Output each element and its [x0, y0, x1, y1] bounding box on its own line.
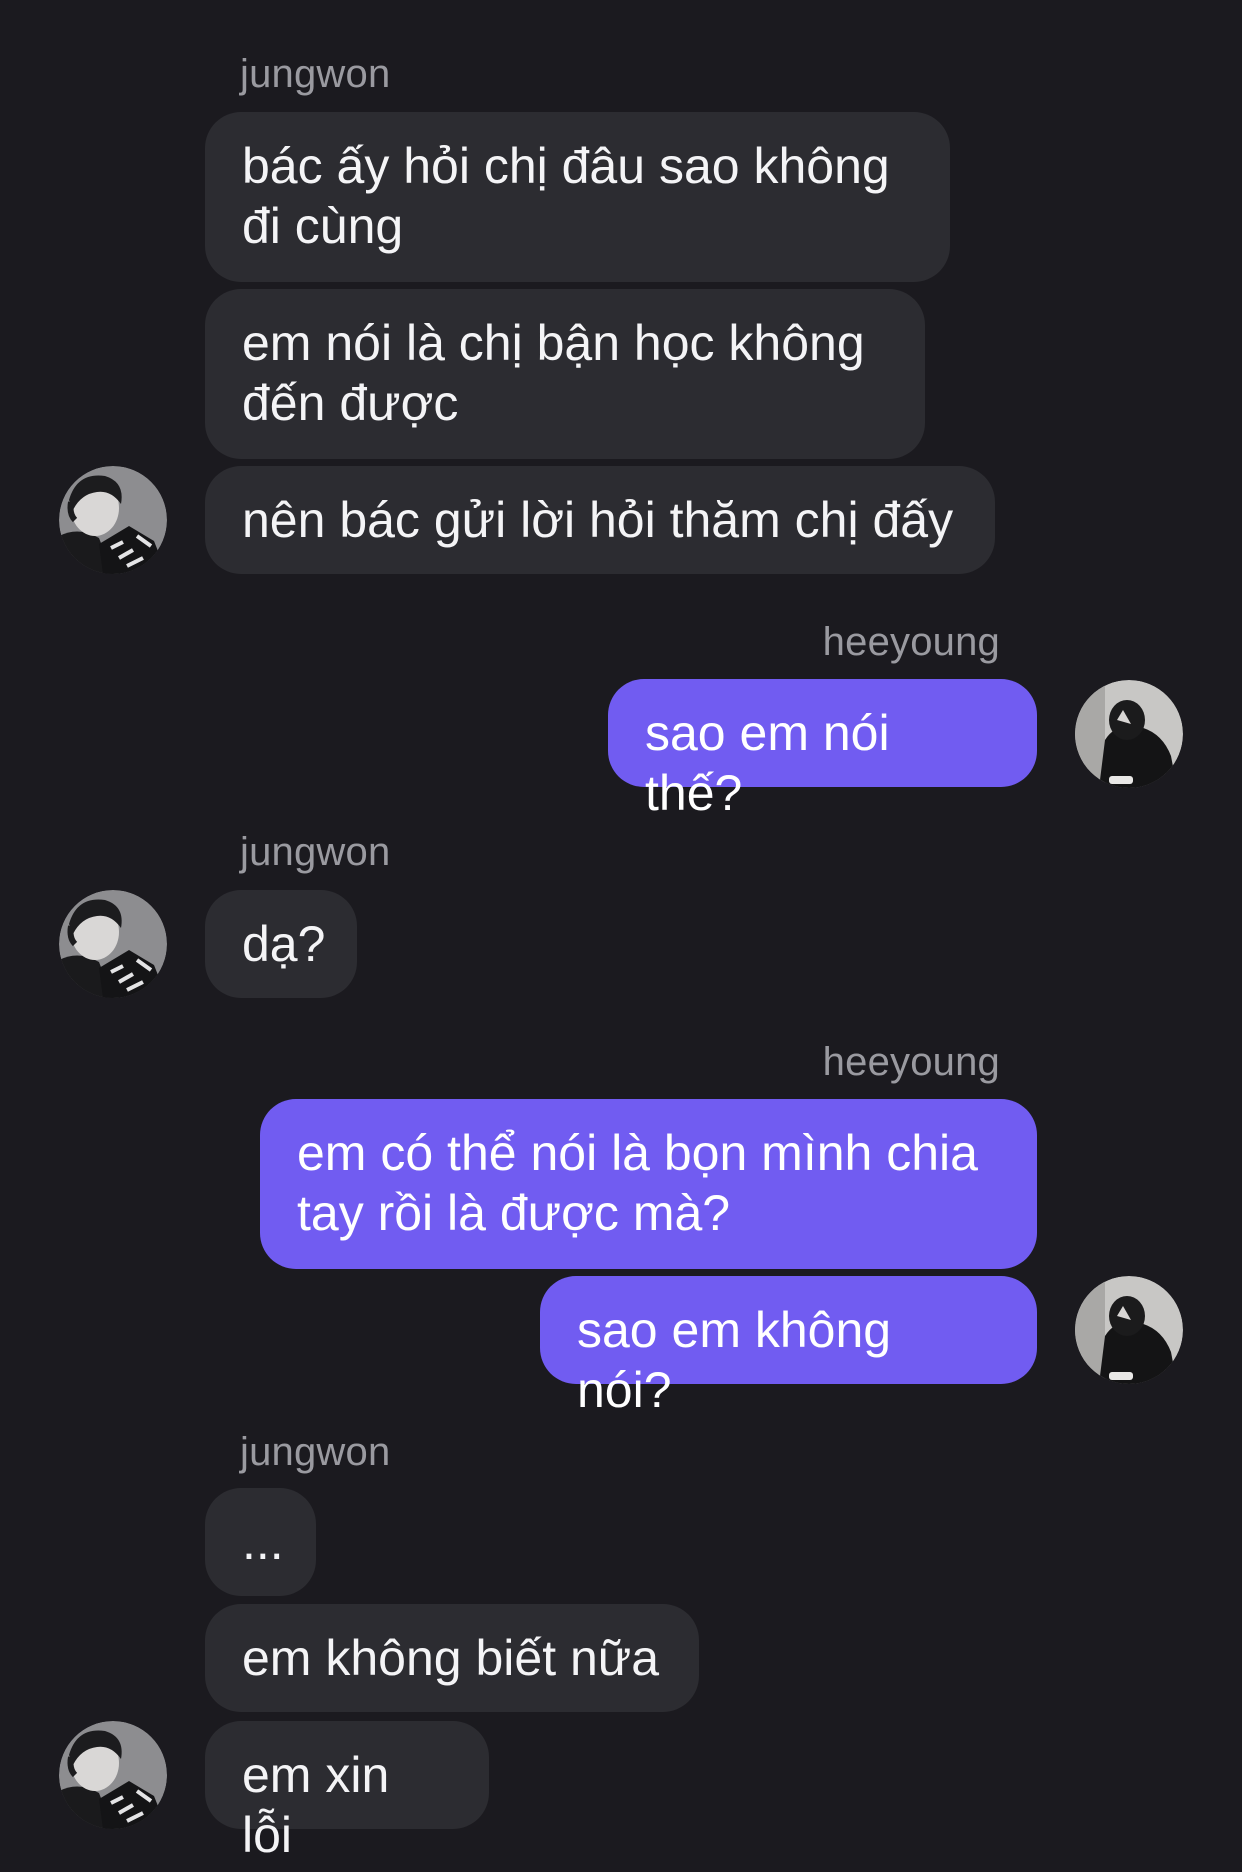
heeyoung-avatar[interactable] — [1075, 1276, 1183, 1384]
outgoing-message-bubble[interactable]: sao em không nói? — [540, 1276, 1037, 1418]
heeyoung-avatar[interactable] — [1075, 680, 1183, 788]
sender-name-jungwon: jungwon — [240, 1430, 391, 1474]
chat-thread[interactable]: jungwon bác ấy hỏi chị đâu sao không đi … — [0, 0, 1242, 1872]
sender-name-heeyoung: heeyoung — [822, 1040, 1000, 1084]
incoming-message-bubble[interactable]: nên bác gửi lời hỏi thăm chị đấy — [205, 466, 995, 574]
sender-name-heeyoung: heeyoung — [822, 620, 1000, 664]
jungwon-avatar[interactable] — [59, 1721, 167, 1829]
message-text: em nói là chị bận học không đến được — [242, 315, 865, 431]
message-text: em xin lỗi — [242, 1747, 390, 1863]
incoming-message-bubble[interactable]: em không biết nữa — [205, 1604, 699, 1712]
message-text: em không biết nữa — [242, 1630, 660, 1686]
incoming-message-bubble[interactable]: ... — [205, 1488, 316, 1596]
message-text: bác ấy hỏi chị đâu sao không đi cùng — [242, 138, 890, 254]
message-text: nên bác gửi lời hỏi thăm chị đấy — [242, 492, 954, 548]
message-text: sao em không nói? — [577, 1302, 892, 1418]
outgoing-message-bubble[interactable]: em có thể nói là bọn mình chia tay rồi l… — [260, 1099, 1037, 1269]
message-text: dạ? — [242, 916, 326, 972]
message-text: em có thể nói là bọn mình chia tay rồi l… — [297, 1125, 978, 1241]
sender-name-jungwon: jungwon — [240, 830, 391, 874]
jungwon-avatar[interactable] — [59, 890, 167, 998]
message-text: sao em nói thế? — [645, 705, 890, 821]
incoming-message-bubble[interactable]: bác ấy hỏi chị đâu sao không đi cùng — [205, 112, 950, 282]
message-text: ... — [242, 1514, 284, 1570]
sender-name-jungwon: jungwon — [240, 52, 391, 96]
outgoing-message-bubble[interactable]: sao em nói thế? — [608, 679, 1037, 821]
incoming-message-bubble[interactable]: dạ? — [205, 890, 357, 998]
incoming-message-bubble[interactable]: em nói là chị bận học không đến được — [205, 289, 925, 459]
incoming-message-bubble[interactable]: em xin lỗi — [205, 1721, 489, 1863]
jungwon-avatar[interactable] — [59, 466, 167, 574]
